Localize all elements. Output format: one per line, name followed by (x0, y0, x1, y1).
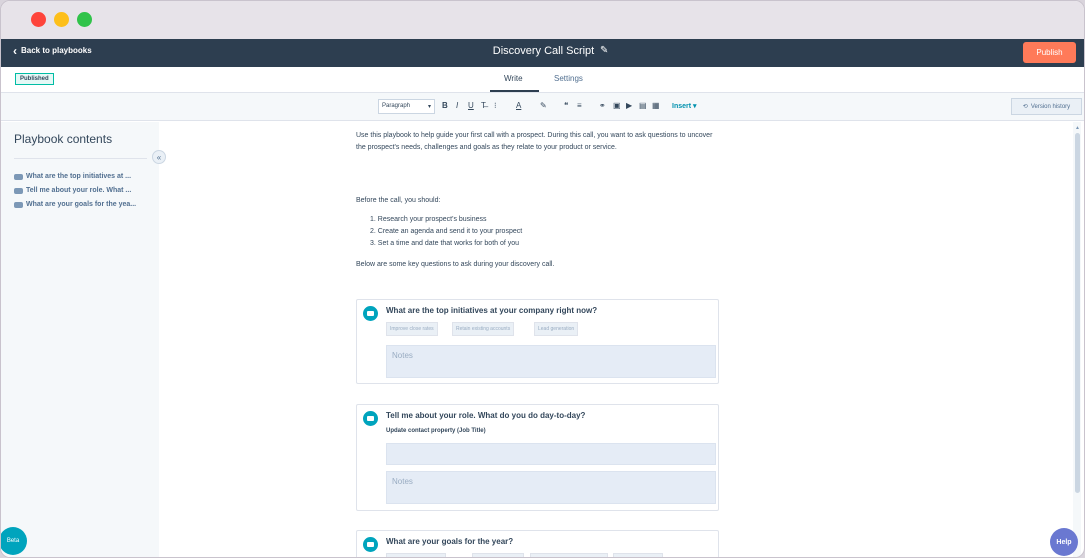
question-title: What are your goals for the year? (386, 537, 514, 546)
close-window-button[interactable] (31, 12, 46, 27)
notes-field[interactable]: Notes (386, 345, 716, 378)
version-history-button[interactable]: ⟲ Version history (1011, 98, 1082, 115)
option-chip[interactable] (613, 553, 663, 557)
sidebar-item-question-3[interactable]: What are your goals for the yea... (14, 201, 136, 208)
option-chip[interactable]: Lead generation (534, 322, 579, 336)
sidebar-title: Playbook contents (14, 132, 113, 146)
job-title-input[interactable] (386, 443, 716, 465)
list-item-text: Research your prospect's business (377, 216, 487, 223)
sidebar-item-label: Tell me about your role. What ... (26, 187, 132, 194)
image-icon[interactable]: ▣ (613, 101, 621, 110)
link-icon[interactable]: ⚭ (599, 101, 606, 110)
collapse-sidebar-button[interactable]: « (152, 150, 166, 164)
paragraph-style-dropdown[interactable]: Paragraph ▾ (378, 99, 435, 114)
tab-settings[interactable]: Settings (554, 74, 583, 83)
chat-icon (14, 173, 23, 180)
clear-format-button[interactable]: T̶ (481, 101, 486, 110)
below-text: Below are some key questions to ask duri… (356, 261, 555, 268)
sidebar-divider (14, 158, 147, 159)
window-titlebar (1, 1, 1084, 39)
edit-title-pencil-icon[interactable]: ✎ (600, 45, 608, 56)
question-card-3: What are your goals for the year? (356, 530, 719, 557)
before-call-text: Before the call, you should: (356, 197, 441, 204)
question-title: What are the top initiatives at your com… (386, 306, 598, 315)
status-badge: Published (15, 73, 54, 85)
question-card-2: Tell me about your role. What do you do … (356, 404, 719, 511)
publish-button[interactable]: Publish (1023, 42, 1076, 63)
notes-field[interactable]: Notes (386, 471, 716, 504)
align-dropdown[interactable]: ≡ (577, 101, 582, 110)
highlight-color-button[interactable]: ✎ (540, 101, 547, 110)
option-chip[interactable] (530, 553, 608, 557)
chat-icon (14, 201, 23, 208)
beta-badge-button[interactable]: Beta (1, 527, 27, 555)
text-color-button[interactable]: A (516, 101, 521, 110)
snippet-icon[interactable]: ▦ (652, 101, 660, 110)
list-item-text: Create an agenda and send it to your pro… (377, 228, 523, 235)
history-icon: ⟲ (1022, 104, 1028, 110)
intro-paragraph: Use this playbook to help guide your fir… (356, 132, 713, 151)
chat-icon (14, 187, 23, 194)
editor-tabs-bar: Published Write Settings (1, 67, 1084, 93)
help-button[interactable]: Help (1050, 528, 1078, 556)
blockquote-button[interactable]: ❝ (564, 101, 568, 110)
option-chip[interactable]: Retain existing accounts (452, 322, 515, 336)
active-tab-indicator (490, 90, 539, 92)
property-label: Update contact property (Job Title) (386, 428, 486, 434)
app-window: ‹ Back to playbooks Discovery Call Scrip… (0, 0, 1085, 558)
top-navigation-bar: ‹ Back to playbooks Discovery Call Scrip… (1, 39, 1084, 67)
list-item-text: Set a time and date that works for both … (377, 240, 520, 247)
option-chip[interactable] (472, 553, 524, 557)
bold-button[interactable]: B (442, 101, 448, 110)
italic-button[interactable]: I (456, 101, 458, 110)
playbook-contents-sidebar: Playbook contents What are the top initi… (1, 122, 159, 557)
chat-icon (363, 411, 378, 426)
sidebar-item-question-2[interactable]: Tell me about your role. What ... (14, 187, 131, 194)
sidebar-item-question-1[interactable]: What are the top initiatives at ... (14, 173, 131, 180)
question-title: Tell me about your role. What do you do … (386, 411, 586, 420)
minimize-window-button[interactable] (54, 12, 69, 27)
question-card-1: What are the top initiatives at your com… (356, 299, 719, 384)
option-chip[interactable] (386, 553, 446, 557)
option-chip[interactable]: Improve close rates (386, 322, 438, 336)
sidebar-item-label: What are your goals for the yea... (26, 201, 137, 208)
more-styles-dropdown[interactable]: ⁝ (494, 101, 497, 110)
playbook-title[interactable]: Discovery Call Script (1, 45, 1084, 57)
formatting-toolbar: Paragraph ▾ B I U T̶ ⁝ A ✎ ❝ ≡ ⚭ ▣ ▶ ▤ ▦… (1, 93, 1084, 121)
chat-icon (363, 306, 378, 321)
table-icon[interactable]: ▤ (639, 101, 647, 110)
caret-down-icon: ▾ (427, 104, 431, 110)
insert-dropdown[interactable]: Insert ▾ (672, 102, 697, 110)
underline-button[interactable]: U (468, 101, 474, 110)
paragraph-style-value: Paragraph (382, 103, 411, 109)
version-history-label: Version history (1030, 103, 1071, 110)
video-icon[interactable]: ▶ (626, 101, 632, 110)
maximize-window-button[interactable] (77, 12, 92, 27)
sidebar-item-label: What are the top initiatives at ... (26, 173, 132, 180)
tab-write[interactable]: Write (504, 74, 523, 83)
list-item: 1. Research your prospect's business (370, 216, 487, 223)
list-item: 2. Create an agenda and send it to your … (370, 228, 523, 235)
chat-icon (363, 537, 378, 552)
list-item: 3. Set a time and date that works for bo… (370, 240, 520, 247)
insert-label: Insert (672, 103, 692, 110)
scroll-up-arrow-icon[interactable]: ▲ (1075, 125, 1080, 131)
scrollbar-thumb[interactable] (1075, 133, 1080, 493)
